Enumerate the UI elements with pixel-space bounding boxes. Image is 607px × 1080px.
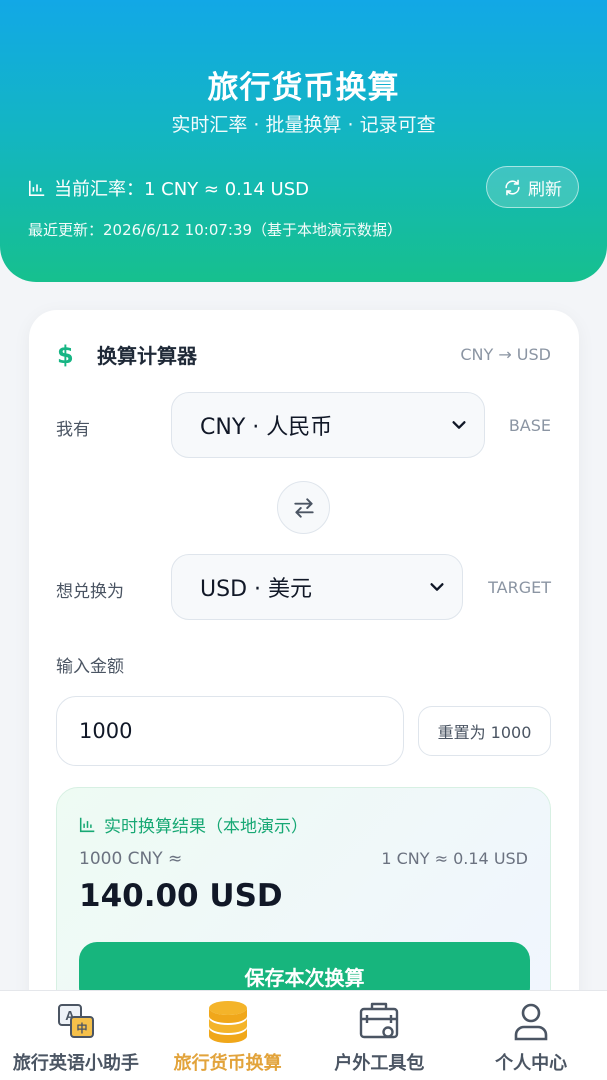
from-currency-value: CNY · 人民币 [200, 415, 333, 440]
coins-icon [208, 1001, 247, 1043]
person-icon [514, 1003, 548, 1041]
tab-profile[interactable]: 个人中心 [455, 991, 607, 1080]
page-title: 旅行货币换算 [207, 70, 400, 106]
result-input-text: 1000 CNY ≈ [79, 849, 183, 869]
tab-label: 个人中心 [495, 1053, 568, 1074]
svg-text:中: 中 [76, 1021, 87, 1035]
chevron-down-icon [430, 583, 444, 591]
bottom-tab-bar: A 中 旅行英语小助手 旅行货币换算 户外工具包 个人中心 [0, 990, 607, 1080]
tab-label: 户外工具包 [334, 1053, 425, 1074]
to-currency-value: USD · 美元 [200, 577, 312, 602]
current-rate: 当前汇率：1 CNY ≈ 0.14 USD [28, 175, 309, 201]
to-label: 想兑换为 [56, 582, 124, 602]
tab-outdoor-toolkit[interactable]: 户外工具包 [304, 991, 456, 1080]
amount-input[interactable]: 1000 [56, 696, 404, 766]
chevron-down-icon [452, 421, 466, 429]
tab-english-assistant[interactable]: A 中 旅行英语小助手 [0, 991, 152, 1080]
last-update-text: 最近更新：2026/6/12 10:07:39（基于本地演示数据） [28, 221, 403, 239]
translate-icon: A 中 [57, 1004, 94, 1038]
calculator-header: $ 换算计算器 [57, 340, 197, 369]
page-subtitle: 实时汇率 · 批量换算 · 记录可查 [171, 114, 436, 136]
base-tag: BASE [508, 416, 551, 435]
tab-label: 旅行货币换算 [173, 1053, 282, 1074]
swap-currencies-button[interactable] [277, 481, 330, 534]
header-banner: 旅行货币换算 实时汇率 · 批量换算 · 记录可查 当前汇率：1 CNY ≈ 0… [0, 0, 607, 282]
amount-value: 1000 [79, 719, 133, 743]
from-currency-select[interactable]: CNY · 人民币 [171, 392, 485, 458]
bar-chart-icon [28, 180, 45, 197]
refresh-label: 刷新 [528, 179, 562, 200]
from-label: 我有 [56, 420, 90, 440]
result-title: 实时换算结果（本地演示） [79, 812, 308, 837]
toolbox-icon [360, 1002, 399, 1039]
reset-amount-button[interactable]: 重置为 1000 [418, 706, 551, 756]
bar-chart-icon [79, 817, 95, 833]
dollar-icon: $ [57, 340, 74, 369]
swap-icon [293, 497, 314, 518]
result-title-text: 实时换算结果（本地演示） [104, 817, 308, 837]
target-tag: TARGET [488, 578, 551, 597]
amount-label: 输入金额 [56, 657, 124, 677]
current-rate-text: 当前汇率：1 CNY ≈ 0.14 USD [54, 179, 309, 200]
result-value: 140.00 USD [79, 878, 283, 914]
result-rate-text: 1 CNY ≈ 0.14 USD [381, 849, 528, 868]
refresh-button[interactable]: 刷新 [486, 166, 579, 208]
currency-pair-label: CNY → USD [460, 345, 551, 364]
tab-currency-converter[interactable]: 旅行货币换算 [152, 991, 304, 1080]
tab-label: 旅行英语小助手 [12, 1053, 139, 1074]
refresh-icon [505, 179, 520, 195]
calculator-card: $ 换算计算器 CNY → USD 我有 CNY · 人民币 BASE 想兑换为… [29, 310, 579, 1050]
to-currency-select[interactable]: USD · 美元 [171, 554, 463, 620]
calculator-title: 换算计算器 [97, 344, 197, 368]
